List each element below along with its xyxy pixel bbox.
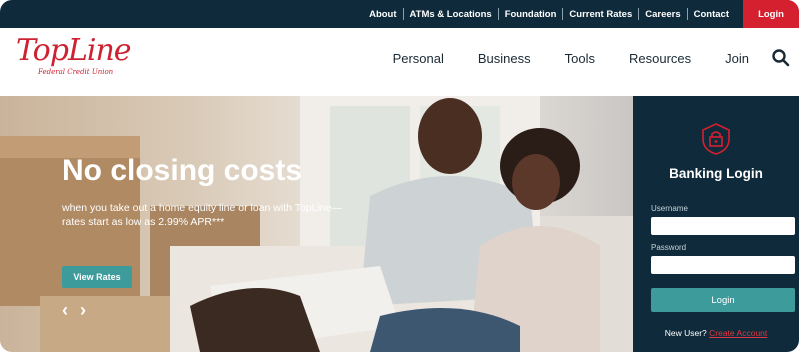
hero-headline: No closing costs [62, 154, 303, 187]
carousel-next-icon[interactable]: › [80, 300, 86, 321]
main-nav: TopLine Federal Credit Union Personal Bu… [0, 28, 799, 92]
shield-lock-icon [702, 123, 730, 155]
create-account-link[interactable]: Create Account [709, 328, 767, 338]
utility-links: About ATMs & Locations Foundation Curren… [363, 0, 735, 28]
logo[interactable]: TopLine Federal Credit Union [16, 33, 132, 82]
nav-item-business[interactable]: Business [478, 51, 531, 66]
carousel-prev-icon[interactable]: ‹ [62, 300, 68, 321]
banking-login-panel: Banking Login Username Password Login Ne… [633, 96, 799, 352]
utility-link-careers[interactable]: Careers [639, 9, 686, 20]
username-label: Username [651, 204, 688, 213]
utility-link-atms-locations[interactable]: ATMs & Locations [404, 9, 498, 20]
username-field[interactable] [651, 217, 795, 235]
utility-link-current-rates[interactable]: Current Rates [563, 9, 638, 20]
hero-banner: No closing costs when you take out a hom… [0, 96, 633, 352]
utility-link-foundation[interactable]: Foundation [499, 9, 563, 20]
banking-login-title: Banking Login [669, 166, 763, 181]
password-label: Password [651, 243, 687, 252]
login-submit-button[interactable]: Login [651, 288, 795, 312]
new-user-text: New User? [664, 328, 707, 338]
utility-bar: About ATMs & Locations Foundation Curren… [0, 0, 799, 28]
search-icon[interactable] [771, 48, 791, 68]
nav-item-personal[interactable]: Personal [393, 51, 444, 66]
nav-item-resources[interactable]: Resources [629, 51, 691, 66]
header-login-button[interactable]: Login [743, 0, 799, 28]
utility-link-contact[interactable]: Contact [688, 9, 735, 20]
page-frame: About ATMs & Locations Foundation Curren… [0, 0, 799, 352]
nav-item-tools[interactable]: Tools [565, 51, 595, 66]
logo-tagline: Federal Credit Union [38, 68, 114, 76]
nav-item-join[interactable]: Join [725, 51, 749, 66]
logo-wordmark: TopLine [16, 33, 132, 68]
hero-subtext: when you take out a home equity line or … [62, 202, 342, 228]
password-field[interactable] [651, 256, 795, 274]
view-rates-button[interactable]: View Rates [62, 266, 132, 288]
nav-items: Personal Business Tools Resources Join [359, 28, 749, 88]
new-user-line: New User? Create Account [633, 328, 799, 338]
utility-link-about[interactable]: About [363, 9, 402, 20]
